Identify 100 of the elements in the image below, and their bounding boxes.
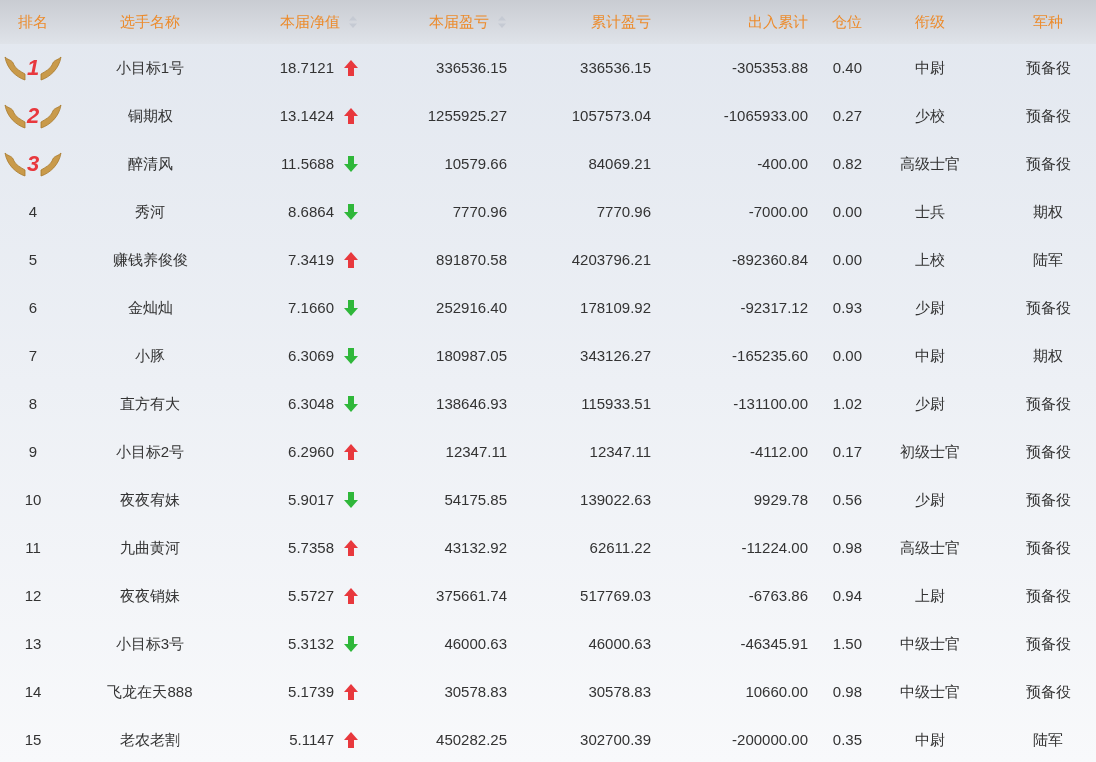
column-header[interactable]: 军种 — [1033, 10, 1063, 34]
position-ratio: 0.94 — [832, 585, 862, 606]
branch-cell-text: 预备役 — [1025, 153, 1071, 174]
position-ratio: 0.27 — [832, 105, 862, 126]
grade-cell-text: 高级士官 — [900, 537, 960, 558]
rank-cell-text: 11 — [25, 537, 41, 558]
net-flow: -200000.00 — [732, 729, 808, 750]
total-profit: 336536.15 — [580, 57, 651, 78]
net-value: 5.3132 — [288, 633, 334, 654]
grade-cell-text: 上尉 — [915, 585, 945, 606]
net-value: 5.5727 — [288, 585, 334, 606]
column-header[interactable]: 衔级 — [915, 10, 945, 34]
net-value: 6.3069 — [288, 345, 334, 366]
column-header[interactable]: 累计盈亏 — [591, 10, 651, 34]
net-value: 6.3048 — [288, 393, 334, 414]
net-value: 5.1147 — [289, 729, 334, 750]
period-profit: 450282.25 — [436, 729, 507, 750]
total-profit: 302700.39 — [580, 729, 651, 750]
period-profit: 7770.96 — [452, 201, 507, 222]
period-profit: 1255925.27 — [427, 105, 507, 126]
position-ratio: 0.35 — [832, 729, 862, 750]
total-profit: 1057573.04 — [571, 105, 651, 126]
player-name: 老农老割 — [120, 729, 180, 750]
position-ratio: 0.00 — [832, 249, 862, 270]
net-value: 6.2960 — [288, 441, 334, 462]
net-flow: -46345.91 — [740, 633, 808, 654]
net-flow: -892360.84 — [732, 249, 808, 270]
player-name: 小目标3号 — [115, 633, 185, 654]
branch-cell-text: 期权 — [1033, 201, 1063, 222]
player-name: 铜期权 — [127, 105, 173, 126]
grade-cell-text: 初级士官 — [900, 441, 960, 462]
branch-cell-text: 预备役 — [1025, 585, 1071, 606]
player-name: 直方有大 — [120, 393, 180, 414]
net-flow: -400.00 — [757, 153, 808, 174]
column-header[interactable]: 本届净值 — [280, 10, 358, 34]
rank-cell-text: 10 — [24, 489, 42, 510]
total-profit: 84069.21 — [588, 153, 651, 174]
period-profit: 138646.93 — [436, 393, 507, 414]
net-value: 7.3419 — [288, 249, 334, 270]
grade-cell-text: 少尉 — [915, 297, 945, 318]
grade-cell-text: 中尉 — [915, 345, 945, 366]
branch-cell-text: 预备役 — [1025, 297, 1071, 318]
total-profit: 139022.63 — [580, 489, 651, 510]
player-name: 醉清风 — [127, 153, 173, 174]
player-name: 秀河 — [135, 201, 165, 222]
total-profit: 7770.96 — [596, 201, 651, 222]
total-profit: 30578.83 — [588, 681, 651, 702]
position-ratio: 0.17 — [832, 441, 862, 462]
period-profit: 10579.66 — [444, 153, 507, 174]
position-ratio: 0.00 — [832, 345, 862, 366]
branch-cell-text: 预备役 — [1025, 105, 1071, 126]
rank-cell-text: 9 — [28, 441, 38, 462]
column-header[interactable]: 本届盈亏 — [429, 10, 507, 34]
position-ratio: 0.40 — [832, 57, 862, 78]
period-profit: 30578.83 — [444, 681, 507, 702]
position-ratio: 1.02 — [832, 393, 862, 414]
net-flow: -131100.00 — [733, 393, 808, 414]
net-value: 5.9017 — [288, 489, 334, 510]
position-ratio: 0.93 — [832, 297, 862, 318]
column-header[interactable]: 排名 — [18, 10, 48, 34]
branch-cell-text: 预备役 — [1025, 537, 1071, 558]
grade-cell-text: 少尉 — [915, 393, 945, 414]
position-ratio: 0.98 — [832, 537, 862, 558]
period-profit: 252916.40 — [436, 297, 507, 318]
column-header[interactable]: 仓位 — [832, 10, 862, 34]
column-header[interactable]: 选手名称 — [120, 10, 180, 34]
total-profit: 12347.11 — [589, 441, 651, 462]
net-value: 5.7358 — [288, 537, 334, 558]
rank-cell-text: 12 — [24, 585, 42, 606]
branch-cell-text: 预备役 — [1025, 393, 1071, 414]
player-name: 小豚 — [135, 345, 165, 366]
period-profit: 375661.74 — [436, 585, 507, 606]
branch-cell-text: 预备役 — [1025, 57, 1071, 78]
grade-cell-text: 中级士官 — [900, 681, 960, 702]
column-header[interactable]: 出入累计 — [748, 10, 808, 34]
grade-cell-text: 上校 — [915, 249, 945, 270]
rank-cell-text: 7 — [28, 345, 38, 366]
rank-cell-text: 14 — [24, 681, 42, 702]
grade-cell-text: 中尉 — [915, 57, 945, 78]
net-flow: -11224.00 — [741, 537, 808, 558]
period-profit: 180987.05 — [436, 345, 507, 366]
net-value: 7.1660 — [288, 297, 334, 318]
rank-cell-text: 5 — [28, 249, 38, 270]
branch-cell-text: 陆军 — [1033, 249, 1063, 270]
net-flow: -305353.88 — [732, 57, 808, 78]
net-value: 18.7121 — [279, 57, 334, 78]
period-profit: 54175.85 — [444, 489, 507, 510]
grade-cell-text: 中级士官 — [900, 633, 960, 654]
total-profit: 115933.51 — [581, 393, 651, 414]
period-profit: 891870.58 — [436, 249, 507, 270]
net-value: 13.1424 — [279, 105, 334, 126]
net-flow: -4112.00 — [749, 441, 808, 462]
player-name: 金灿灿 — [127, 297, 173, 318]
position-ratio: 0.82 — [832, 153, 862, 174]
grade-cell-text: 中尉 — [915, 729, 945, 750]
net-flow: -92317.12 — [740, 297, 808, 318]
grade-cell-text: 少校 — [915, 105, 945, 126]
position-ratio: 0.56 — [832, 489, 862, 510]
position-ratio: 0.00 — [832, 201, 862, 222]
grade-cell-text: 少尉 — [915, 489, 945, 510]
